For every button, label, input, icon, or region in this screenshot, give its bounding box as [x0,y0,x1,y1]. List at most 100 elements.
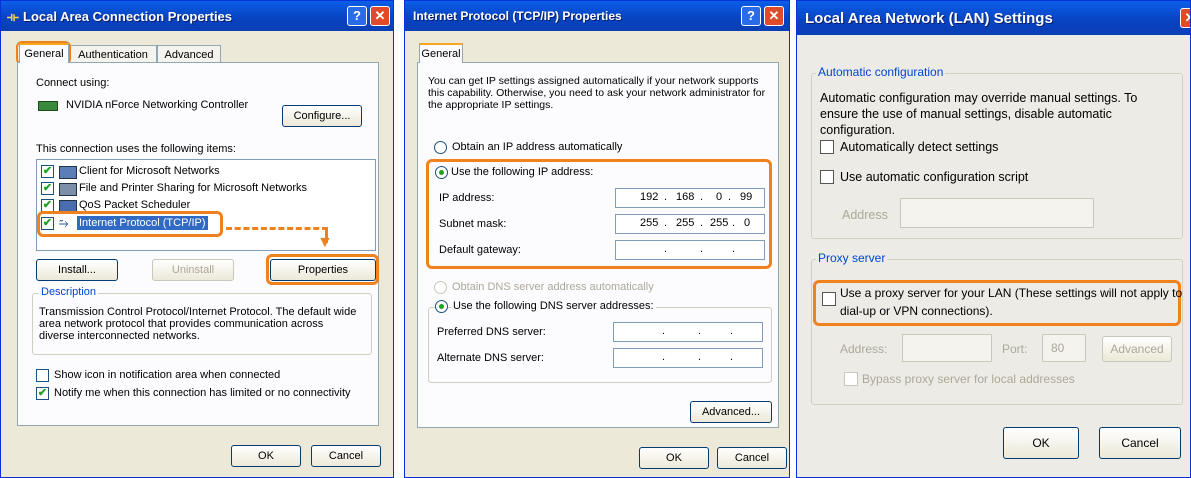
intro-text: You can get IP settings assigned automat… [428,75,766,111]
item-label: Client for Microsoft Networks [79,165,220,177]
advanced-button[interactable]: Advanced... [690,401,772,423]
ip-dot: . [664,217,668,229]
ip-dot: . [698,325,702,337]
proxy-address-field[interactable] [902,334,992,362]
obtain-ip-radio[interactable] [434,141,447,154]
notify-checkbox[interactable]: ✔ [36,387,49,400]
ok-button[interactable]: OK [231,445,301,467]
tab-authentication[interactable]: Authentication [69,45,157,63]
proxy-advanced-button[interactable]: Advanced [1102,336,1172,362]
use-ip-radio[interactable] [435,166,448,179]
close-button[interactable]: ✕ [764,6,784,26]
list-item[interactable]: ✔ Client for Microsoft Networks [41,164,371,180]
title-bar: ⟛ Local Area Connection Properties ? ✕ [1,1,393,31]
alternate-dns-field[interactable]: . . . [613,348,763,368]
ip-octet-1: 192 [640,191,659,203]
alternate-dns-label: Alternate DNS server: [437,352,544,364]
tab-general[interactable]: General [419,43,463,63]
auto-detect-checkbox[interactable] [820,140,834,154]
ok-label: OK [666,452,682,464]
cancel-label: Cancel [1121,436,1159,450]
port-field[interactable]: 80 [1042,334,1086,362]
ip-dot: . [700,217,704,229]
properties-highlight [266,254,379,285]
lan-settings-window: Local Area Network (LAN) Settings ✕ Auto… [796,0,1191,478]
item-checkbox[interactable]: ✔ [41,165,54,178]
ip-dot: . [662,325,666,337]
ip-octet-3: 0 [716,191,723,203]
use-proxy-checkbox[interactable] [822,292,836,306]
advanced-label: Advanced... [701,406,761,418]
tab-general[interactable]: General [19,43,69,63]
bypass-checkbox[interactable] [844,372,858,386]
ip-dot: . [730,325,734,337]
cancel-button[interactable]: Cancel [717,447,787,469]
script-address-field[interactable] [900,198,1094,228]
use-ip-label: Use the following IP address: [451,166,594,178]
port-value: 80 [1051,341,1065,355]
ok-button[interactable]: OK [639,447,709,469]
ip-address-field[interactable]: 192 . 168 . 0 . 99 [615,188,765,208]
preferred-dns-field[interactable]: . . . [613,322,763,342]
title-bar: Local Area Network (LAN) Settings ✕ [797,1,1190,35]
cancel-button[interactable]: Cancel [311,445,381,467]
help-button[interactable]: ? [741,6,761,26]
configure-label: Configure... [293,110,351,122]
uninstall-button[interactable]: Uninstall [152,259,234,281]
mask-octet-1: 255 [640,217,659,229]
cancel-label: Cancel [328,450,364,462]
ok-button[interactable]: OK [1003,427,1079,459]
use-dns-label: Use the following DNS server addresses: [451,300,656,312]
tab-label: General [421,48,461,60]
title-bar: Internet Protocol (TCP/IP) Properties ? … [405,1,789,31]
window-title: Local Area Network (LAN) Settings [805,10,1053,27]
automatic-configuration-label: Automatic configuration [816,65,946,79]
ip-dot: . [664,191,668,203]
local-area-connection-properties-window: ⟛ Local Area Connection Properties ? ✕ G… [0,0,394,478]
connect-using-label: Connect using: [36,77,110,89]
item-checkbox[interactable]: ✔ [41,182,54,195]
default-gateway-label: Default gateway: [439,244,521,256]
description-group: Description Transmission Control Protoco… [32,286,372,355]
general-tab-panel: Connect using: NVIDIA nForce Networking … [17,62,379,426]
cancel-label: Cancel [734,452,770,464]
subnet-mask-field[interactable]: 255 . 255 . 255 . 0 [615,214,765,234]
ip-octet-4: 99 [740,191,753,203]
tab-advanced[interactable]: Advanced [157,45,221,63]
use-dns-radio[interactable] [435,300,448,313]
close-button[interactable]: ✕ [1180,8,1190,28]
use-proxy-label-line-2: dial-up or VPN connections). [840,304,993,318]
general-tab-panel: You can get IP settings assigned automat… [417,62,779,428]
show-icon-checkbox[interactable] [36,369,49,382]
tab-label: General [24,48,64,60]
subnet-mask-label: Subnet mask: [439,218,507,230]
ip-dot: . [698,351,702,363]
ip-dot: . [728,191,732,203]
obtain-dns-radio[interactable] [434,281,447,294]
obtain-ip-label: Obtain an IP address automatically [452,141,623,153]
uninstall-label: Uninstall [171,264,215,276]
close-button[interactable]: ✕ [370,6,390,26]
install-button[interactable]: Install... [36,259,118,281]
auto-detect-label: Automatically detect settings [840,140,999,154]
use-proxy-label-line-1: Use a proxy server for your LAN (These s… [840,286,1183,300]
auto-script-checkbox[interactable] [820,170,834,184]
help-button[interactable]: ? [347,6,367,26]
cancel-button[interactable]: Cancel [1099,427,1181,459]
install-label: Install... [58,264,96,276]
auto-script-label: Use automatic configuration script [840,170,1029,184]
default-gateway-field[interactable]: . . . [615,240,765,260]
tcpip-properties-window: Internet Protocol (TCP/IP) Properties ? … [404,0,790,478]
network-client-icon [59,166,77,179]
preferred-dns-label: Preferred DNS server: [437,326,546,338]
ip-dot: . [700,243,704,255]
ip-dot: . [700,191,704,203]
ip-group: Use the following IP address: IP address… [426,159,772,269]
ip-dot: . [662,351,666,363]
ok-label: OK [258,450,274,462]
list-item[interactable]: ✔ File and Printer Sharing for Microsoft… [41,181,371,197]
tab-label: Advanced [164,49,214,61]
obtain-dns-label: Obtain DNS server address automatically [452,281,654,293]
description-label: Description [39,286,99,298]
configure-button[interactable]: Configure... [282,105,362,127]
